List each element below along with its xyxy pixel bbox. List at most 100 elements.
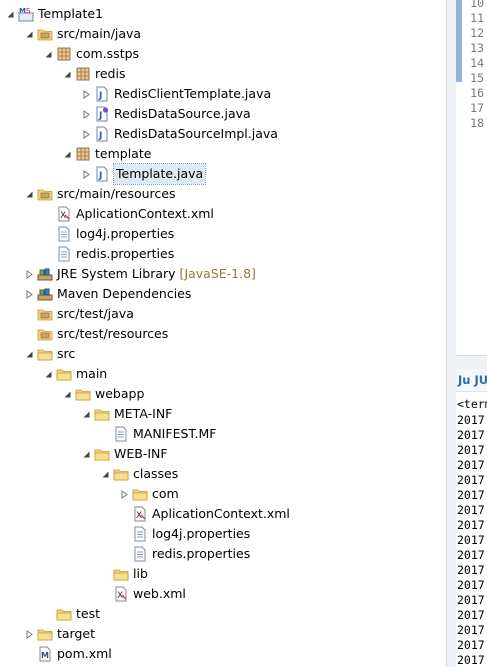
tree-item[interactable]: com.sstps	[42, 44, 139, 64]
console-line: 2017	[457, 593, 485, 607]
tree-item-label: JRE System Library	[57, 266, 176, 281]
tree-item-label: src/main/resources	[57, 186, 176, 201]
expanded-arrow-icon[interactable]	[42, 364, 54, 384]
tree-item[interactable]: X AplicationContext.xml	[42, 204, 214, 224]
svg-text:J: J	[98, 91, 102, 101]
collapsed-arrow-icon[interactable]	[80, 124, 92, 144]
svg-text:J: J	[98, 111, 102, 121]
console-line: 2017	[457, 473, 485, 487]
tree-item[interactable]: test	[42, 604, 100, 624]
folder-icon	[56, 606, 72, 622]
expanded-arrow-icon[interactable]	[61, 384, 73, 404]
tree-item-label: redis.properties	[76, 246, 175, 261]
tree-item[interactable]: J RedisDataSourceImpl.java	[80, 124, 278, 144]
collapsed-arrow-icon[interactable]	[80, 164, 92, 184]
svg-text:M: M	[41, 651, 49, 660]
folder-icon	[37, 626, 53, 642]
tree-item[interactable]: log4j.properties	[118, 524, 250, 544]
collapsed-arrow-icon[interactable]	[118, 484, 130, 504]
java-file-icon: J	[94, 166, 110, 182]
tree-item[interactable]: lib	[99, 564, 148, 584]
tree-item[interactable]: Mpom.xml	[23, 644, 112, 664]
tree-item-label: log4j.properties	[76, 226, 175, 241]
tree-item-label: src	[57, 346, 76, 361]
tree-item[interactable]: redis	[61, 64, 125, 84]
tree-item-decoration: [JavaSE-1.8]	[179, 266, 256, 281]
tree-item-label: classes	[133, 466, 179, 481]
expanded-arrow-icon[interactable]	[61, 144, 73, 164]
tree-item[interactable]: src/main/resources	[23, 184, 175, 204]
tree-item[interactable]: META-INF	[80, 404, 172, 424]
tree-item-label: META-INF	[114, 406, 173, 421]
tree-item[interactable]: WEB-INF	[80, 444, 168, 464]
tree-item[interactable]: template	[61, 144, 151, 164]
collapsed-arrow-icon[interactable]	[23, 264, 35, 284]
expanded-arrow-icon[interactable]	[61, 64, 73, 84]
expanded-arrow-icon[interactable]	[23, 184, 35, 204]
tree-item[interactable]: src/test/java	[23, 304, 134, 324]
folder-icon	[113, 566, 129, 582]
expanded-arrow-icon[interactable]	[99, 464, 111, 484]
expanded-arrow-icon[interactable]	[80, 404, 92, 424]
tree-item[interactable]: Xweb.xml	[99, 584, 186, 604]
expanded-arrow-icon[interactable]	[23, 24, 35, 44]
tree-item[interactable]: target	[23, 624, 95, 644]
tree-item-label: redis	[95, 66, 126, 81]
tree-item[interactable]: MANIFEST.MF	[99, 424, 217, 444]
svg-text:M: M	[19, 7, 26, 15]
tree-item[interactable]: main	[42, 364, 107, 384]
tree-item[interactable]: M S Template1	[4, 4, 103, 24]
tree-item-label: template	[95, 146, 152, 161]
tree-item[interactable]: redis.properties	[118, 544, 250, 564]
tree-item[interactable]: redis.properties	[42, 244, 174, 264]
tree-item-label: src/test/resources	[57, 326, 169, 341]
expanded-arrow-icon[interactable]	[4, 4, 16, 24]
source-folder-icon	[37, 26, 53, 42]
expanded-arrow-icon[interactable]	[42, 44, 54, 64]
console-line: 2017	[457, 488, 485, 502]
tree-item[interactable]: com	[118, 484, 179, 504]
tree-item[interactable]: webapp	[61, 384, 144, 404]
java-file-icon: J	[94, 126, 110, 142]
tree-item[interactable]: J Template.java	[80, 163, 207, 185]
tree-item-label: Template.java	[112, 163, 207, 185]
tree-item[interactable]: JRE System Library [JavaSE-1.8]	[23, 264, 256, 284]
package-explorer-tree: M S Template1 src/main/java com.sstps redis J R…	[0, 0, 446, 667]
tree-item-label: RedisClientTemplate.java	[114, 86, 272, 101]
tree-item[interactable]: Maven Dependencies	[23, 284, 191, 304]
tree-item-label: AplicationContext.xml	[152, 506, 290, 521]
horizontal-sash[interactable]	[456, 355, 487, 370]
junit-tab[interactable]: Ju JU	[456, 369, 487, 392]
tree-item[interactable]: log4j.properties	[42, 224, 174, 244]
console-line: 2017	[457, 503, 485, 517]
java-interface-file-icon: J	[94, 106, 110, 122]
xml-file-icon: X	[113, 586, 129, 602]
collapsed-arrow-icon[interactable]	[80, 104, 92, 124]
tree-item[interactable]: classes	[99, 464, 178, 484]
tree-item[interactable]: X AplicationContext.xml	[118, 504, 290, 524]
properties-file-icon	[56, 246, 72, 262]
collapsed-arrow-icon[interactable]	[80, 84, 92, 104]
tree-item[interactable]: src/test/resources	[23, 324, 168, 344]
collapsed-arrow-icon[interactable]	[23, 624, 35, 644]
svg-text:J: J	[98, 131, 102, 141]
tree-item[interactable]: J RedisDataSource.java	[80, 104, 251, 124]
svg-text:J: J	[98, 171, 102, 181]
collapsed-arrow-icon[interactable]	[23, 284, 35, 304]
tree-item[interactable]: J RedisClientTemplate.java	[80, 84, 271, 104]
tree-item-label: Template1	[38, 6, 103, 21]
package-icon	[56, 46, 72, 62]
expanded-arrow-icon[interactable]	[80, 444, 92, 464]
tree-item-label: MANIFEST.MF	[133, 426, 217, 441]
console-line: 2017	[457, 563, 485, 577]
tree-item[interactable]: src	[23, 344, 75, 364]
vertical-sash[interactable]	[446, 0, 456, 667]
expanded-arrow-icon[interactable]	[23, 344, 35, 364]
tree-item[interactable]: src/main/java	[23, 24, 141, 44]
